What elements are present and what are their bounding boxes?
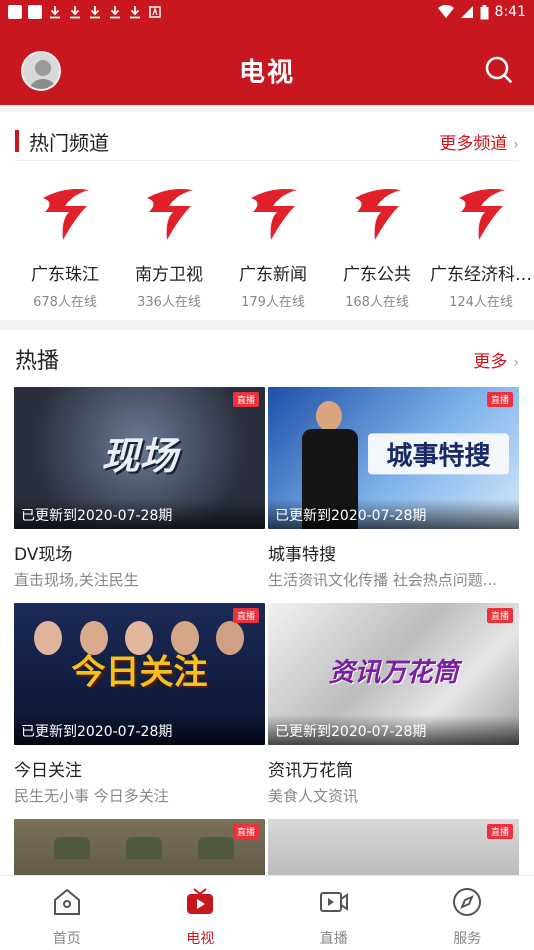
channel-name: 广东新闻 <box>239 265 307 285</box>
chevron-right-icon: › <box>513 354 519 371</box>
channel-online-count: 336人在线 <box>137 295 201 310</box>
download-icon <box>48 5 62 19</box>
hot-channels-section: 热门频道 更多频道 › 广东珠江 678人在线 南方卫视 336人在线 广东新闻 … <box>0 112 534 320</box>
channel-online-count: 179人在线 <box>241 295 305 310</box>
search-button[interactable] <box>484 55 514 85</box>
status-indicators: 8:41 <box>437 4 526 20</box>
download-icon <box>108 5 122 19</box>
nav-item-tv[interactable]: 电视 <box>134 876 268 950</box>
chevron-right-icon: › <box>513 136 519 153</box>
channel-list: 广东珠江 678人在线 南方卫视 336人在线 广东新闻 179人在线 广东公共… <box>0 184 534 314</box>
nav-label: 直播 <box>319 931 348 947</box>
live-badge: 直播 <box>232 608 259 623</box>
channel-name: 广东公共 <box>343 265 411 285</box>
nav-label: 首页 <box>52 931 81 947</box>
update-text: 已更新到2020-07-28期 <box>268 715 519 745</box>
channel-logo-icon <box>251 189 297 240</box>
bottom-nav: 首页 电视 直播 服务 <box>0 875 534 950</box>
home-icon <box>53 888 80 915</box>
channel-online-count: 678人在线 <box>33 295 97 310</box>
channel-logo-icon <box>459 189 505 240</box>
notification-icon <box>8 5 22 19</box>
page-title: 电视 <box>238 58 295 88</box>
notification-icon <box>28 5 42 19</box>
update-text: 已更新到2020-07-28期 <box>14 499 265 529</box>
program-thumbnail: 资讯万花筒 直播 已更新到2020-07-28期 <box>268 603 519 745</box>
status-time: 8:41 <box>494 4 526 20</box>
program-card[interactable]: 现场 直播 已更新到2020-07-28期 DV现场 直击现场,关注民生 <box>14 387 265 590</box>
more-broadcast-link[interactable]: 更多 › <box>473 347 519 372</box>
wifi-icon <box>437 5 454 18</box>
live-badge: 直播 <box>232 392 259 407</box>
hot-broadcast-section: 热播 更多 › 现场 直播 已更新到2020-07-28期 DV现场 直击现场,关… <box>0 330 534 950</box>
program-subtitle: 美食人文资讯 <box>268 787 359 805</box>
section-title: 热门频道 <box>29 130 109 155</box>
tv-icon <box>187 888 214 914</box>
channel-name: 广东经济科… <box>430 265 532 285</box>
download-icon <box>68 5 82 19</box>
channel-name: 南方卫视 <box>135 265 203 285</box>
status-notifications <box>8 5 162 19</box>
nav-label: 服务 <box>453 931 482 947</box>
download-icon <box>88 5 102 19</box>
hot-channels-header: 热门频道 更多频道 › <box>15 126 519 156</box>
program-thumbnail: 现场 直播 已更新到2020-07-28期 <box>14 387 265 529</box>
program-title: 城事特搜 <box>268 545 336 565</box>
live-badge: 直播 <box>486 392 513 407</box>
download-icon <box>128 5 142 19</box>
live-badge: 直播 <box>486 824 513 839</box>
channel-logo-icon <box>147 189 193 240</box>
live-icon <box>319 892 348 912</box>
header: 8:41 电视 <box>0 0 534 105</box>
channel-item[interactable]: 广东公共 168人在线 <box>325 184 429 310</box>
channel-item[interactable]: 广东珠江 678人在线 <box>13 184 117 310</box>
more-channels-label: 更多频道 <box>439 133 508 154</box>
more-broadcast-label: 更多 <box>473 351 508 372</box>
thumbnail-art-text: 现场 <box>101 434 178 478</box>
app-icon <box>148 5 162 19</box>
signal-icon <box>460 6 473 18</box>
nav-item-service[interactable]: 服务 <box>401 876 534 950</box>
program-subtitle: 直击现场,关注民生 <box>14 571 139 589</box>
thumbnail-art-text: 资讯万花筒 <box>328 657 459 688</box>
program-card[interactable]: 资讯万花筒 直播 已更新到2020-07-28期 资讯万花筒 美食人文资讯 <box>268 603 519 806</box>
program-subtitle: 民生无小事 今日多关注 <box>14 787 169 805</box>
nav-item-home[interactable]: 首页 <box>0 876 134 950</box>
search-icon <box>485 56 512 83</box>
section-title: 热播 <box>15 349 60 374</box>
section-accent-bar <box>15 130 19 152</box>
program-title: 今日关注 <box>14 761 82 781</box>
channel-item[interactable]: 广东经济科… 124人在线 <box>429 184 533 310</box>
nav-label: 电视 <box>186 931 215 947</box>
more-channels-link[interactable]: 更多频道 › <box>439 129 519 154</box>
update-text: 已更新到2020-07-28期 <box>14 715 265 745</box>
divider <box>15 160 519 161</box>
channel-logo-icon <box>355 189 401 240</box>
nav-item-live[interactable]: 直播 <box>267 876 401 950</box>
program-thumbnail: 今日关注 直播 已更新到2020-07-28期 <box>14 603 265 745</box>
battery-icon <box>480 4 489 19</box>
program-title: DV现场 <box>14 545 73 565</box>
live-badge: 直播 <box>232 824 259 839</box>
app-bar: 电视 <box>0 24 534 105</box>
hot-broadcast-header: 热播 更多 › <box>15 344 519 374</box>
channel-item[interactable]: 广东新闻 179人在线 <box>221 184 325 310</box>
program-card[interactable]: 今日关注 直播 已更新到2020-07-28期 今日关注 民生无小事 今日多关注 <box>14 603 265 806</box>
compass-icon <box>453 888 482 916</box>
channel-logo-icon <box>43 189 89 240</box>
channel-online-count: 168人在线 <box>345 295 409 310</box>
status-bar: 8:41 <box>0 0 534 24</box>
program-card[interactable]: 城事特搜 直播 已更新到2020-07-28期 城事特搜 生活资讯文化传播 社会… <box>268 387 519 590</box>
program-title: 资讯万花筒 <box>268 761 353 781</box>
program-thumbnail: 城事特搜 直播 已更新到2020-07-28期 <box>268 387 519 529</box>
channel-online-count: 124人在线 <box>449 295 513 310</box>
thumbnail-art-text: 今日关注 <box>71 652 208 693</box>
thumbnail-art-text: 城事特搜 <box>368 433 509 475</box>
channel-item[interactable]: 南方卫视 336人在线 <box>117 184 221 310</box>
update-text: 已更新到2020-07-28期 <box>268 499 519 529</box>
program-subtitle: 生活资讯文化传播 社会热点问题... <box>268 571 498 589</box>
channel-name: 广东珠江 <box>31 265 99 285</box>
live-badge: 直播 <box>486 608 513 623</box>
